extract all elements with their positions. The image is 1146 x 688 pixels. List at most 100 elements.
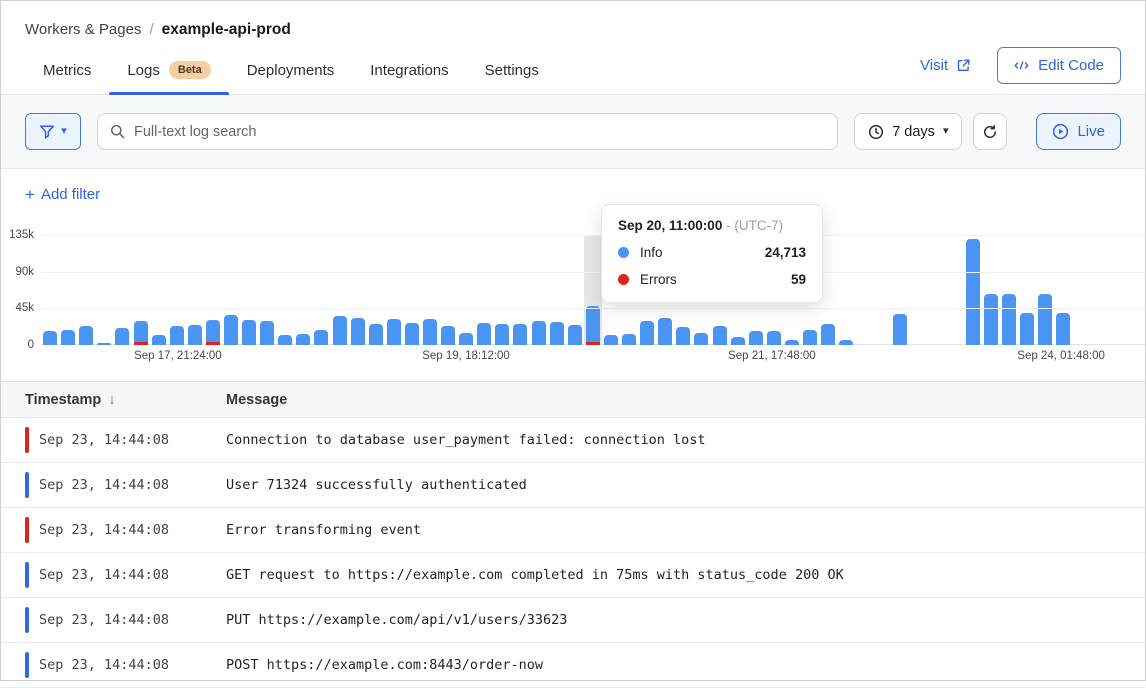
chart-bar-slot[interactable] (946, 235, 964, 345)
chart-bar-slot[interactable] (95, 235, 113, 345)
chart-bar-slot[interactable] (873, 235, 891, 345)
bar-info-segment (1056, 313, 1070, 345)
edit-code-button[interactable]: Edit Code (997, 47, 1121, 84)
chart-bar-slot[interactable] (530, 235, 548, 345)
chart-bar-slot[interactable] (312, 235, 330, 345)
time-range-dropdown[interactable]: 7 days ▾ (854, 113, 962, 150)
bar (170, 326, 184, 345)
chart-bar-slot[interactable] (548, 235, 566, 345)
breadcrumb-section[interactable]: Workers & Pages (25, 21, 141, 38)
bar-info-segment (984, 294, 998, 345)
log-row-error[interactable]: Sep 23, 14:44:08Error transforming event (1, 508, 1145, 553)
bar-info-segment (152, 335, 166, 345)
chart-bar-slot[interactable] (294, 235, 312, 345)
chart-bar-slot[interactable] (566, 235, 584, 345)
chart-bar-hovered[interactable] (584, 235, 602, 345)
chart-bar-slot[interactable] (1127, 235, 1145, 345)
log-row-info[interactable]: Sep 23, 14:44:08PUT https://example.com/… (1, 598, 1145, 643)
tooltip-series-label: Info (640, 245, 663, 260)
breadcrumb-separator: / (149, 21, 153, 38)
chart-bar-slot[interactable] (1018, 235, 1036, 345)
chart-bar-slot[interactable] (59, 235, 77, 345)
chart-plot-area[interactable]: 135k90k45k0 (41, 235, 1145, 345)
breadcrumb: Workers & Pages / example-api-prod (1, 1, 1145, 39)
tab-logs[interactable]: LogsBeta (109, 49, 228, 94)
column-header-timestamp[interactable]: Timestamp ↓ (25, 391, 226, 408)
bar-info-segment (749, 331, 763, 345)
log-message: User 71324 successfully authenticated (226, 477, 527, 493)
bar-info-segment (134, 321, 148, 342)
bar (224, 315, 238, 345)
chart-bar-slot[interactable] (910, 235, 928, 345)
chart-bar-slot[interactable] (186, 235, 204, 345)
chart-bar-slot[interactable] (421, 235, 439, 345)
chart-bar-slot[interactable] (1036, 235, 1054, 345)
beta-badge: Beta (169, 61, 211, 79)
bar (984, 294, 998, 345)
chart-bar-slot[interactable] (41, 235, 59, 345)
filter-funnel-icon (39, 124, 55, 140)
log-timestamp: Sep 23, 14:44:08 (39, 522, 226, 538)
add-filter-button[interactable]: + Add filter (25, 186, 100, 203)
chart-bar-slot[interactable] (77, 235, 95, 345)
tab-deployments[interactable]: Deployments (229, 49, 353, 94)
chart-bar-slot[interactable] (258, 235, 276, 345)
chart-bar-slot[interactable] (928, 235, 946, 345)
chart-bar-slot[interactable] (222, 235, 240, 345)
chevron-down-icon: ▾ (943, 126, 949, 137)
chart-bar-slot[interactable] (1090, 235, 1108, 345)
bar (676, 327, 690, 345)
chart-bar-slot[interactable] (168, 235, 186, 345)
chart-bar-slot[interactable] (493, 235, 511, 345)
info-level-indicator (25, 472, 29, 498)
x-axis-tick: Sep 21, 17:48:00 (728, 350, 816, 362)
search-input[interactable] (134, 124, 825, 140)
chart-bar-slot[interactable] (349, 235, 367, 345)
chart-bar-slot[interactable] (1072, 235, 1090, 345)
chart-bar-slot[interactable] (403, 235, 421, 345)
chart-bar-slot[interactable] (475, 235, 493, 345)
log-row-info[interactable]: Sep 23, 14:44:08POST https://example.com… (1, 643, 1145, 688)
chart-bar-slot[interactable] (240, 235, 258, 345)
chart-bar-slot[interactable] (439, 235, 457, 345)
tab-integrations[interactable]: Integrations (352, 49, 466, 94)
bar-info-segment (351, 318, 365, 345)
chart-bar-slot[interactable] (367, 235, 385, 345)
bar-info-segment (260, 321, 274, 345)
log-row-info[interactable]: Sep 23, 14:44:08User 71324 successfully … (1, 463, 1145, 508)
bar-info-segment (821, 324, 835, 345)
chart-bar-slot[interactable] (891, 235, 909, 345)
refresh-button[interactable] (973, 113, 1007, 150)
chart-bar-slot[interactable] (385, 235, 403, 345)
chart-bar-slot[interactable] (331, 235, 349, 345)
log-row-error[interactable]: Sep 23, 14:44:08Connection to database u… (1, 418, 1145, 463)
live-button[interactable]: Live (1036, 113, 1121, 150)
bar (188, 325, 202, 345)
chart-bar-slot[interactable] (131, 235, 149, 345)
chart-bar-slot[interactable] (964, 235, 982, 345)
bar-info-segment (893, 314, 907, 345)
tab-settings[interactable]: Settings (467, 49, 557, 94)
bar (622, 334, 636, 345)
chart-bar-slot[interactable] (855, 235, 873, 345)
chart-bar-slot[interactable] (204, 235, 222, 345)
chart-bar-slot[interactable] (150, 235, 168, 345)
filter-dropdown-button[interactable]: ▾ (25, 113, 81, 150)
chart-bars (41, 235, 1145, 345)
chart-bar-slot[interactable] (1000, 235, 1018, 345)
chart-bar-slot[interactable] (276, 235, 294, 345)
chart-bar-slot[interactable] (837, 235, 855, 345)
tabs-row: MetricsLogsBetaDeploymentsIntegrationsSe… (1, 47, 1145, 95)
chart-bar-slot[interactable] (457, 235, 475, 345)
chart-bar-slot[interactable] (1054, 235, 1072, 345)
chart-bar-slot[interactable] (1109, 235, 1127, 345)
bar (821, 324, 835, 345)
chart-bar-slot[interactable] (511, 235, 529, 345)
chart-bar-slot[interactable] (982, 235, 1000, 345)
visit-link[interactable]: Visit (920, 57, 971, 74)
chart-bar-slot[interactable] (113, 235, 131, 345)
table-header: Timestamp ↓ Message (1, 381, 1145, 418)
log-row-info[interactable]: Sep 23, 14:44:08GET request to https://e… (1, 553, 1145, 598)
tab-metrics[interactable]: Metrics (25, 49, 109, 94)
x-axis-tick: Sep 19, 18:12:00 (422, 350, 510, 362)
